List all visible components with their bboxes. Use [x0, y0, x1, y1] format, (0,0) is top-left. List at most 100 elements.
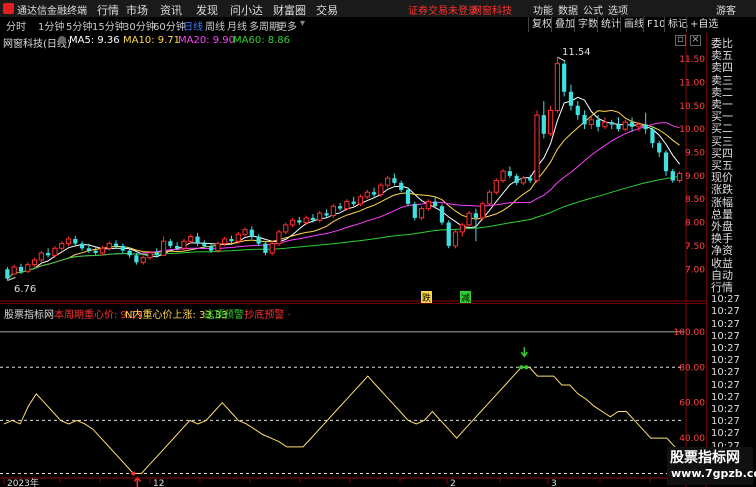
- app-logo-icon: [3, 3, 14, 14]
- period-timeshare[interactable]: 分时: [6, 18, 26, 33]
- candle-body: [99, 247, 106, 254]
- main-ytick-label: 7.50: [685, 242, 705, 252]
- period-15min[interactable]: 15分钟: [92, 18, 125, 33]
- expand-icon[interactable]: ▫: [675, 35, 686, 46]
- candle-body: [113, 243, 119, 246]
- candle-body: [609, 122, 614, 125]
- candle-body: [256, 236, 261, 244]
- side-panel-item: 10:27: [711, 330, 740, 342]
- top-signal-dot: [519, 365, 524, 370]
- close-icon[interactable]: ×: [690, 35, 701, 46]
- candle-body: [602, 121, 608, 128]
- watermark-title: 股票指标网: [670, 450, 740, 466]
- candle-body: [351, 201, 356, 204]
- side-panel-item: 买三: [711, 134, 733, 148]
- xaxis-label: 12: [153, 479, 164, 487]
- candle-body: [378, 184, 384, 196]
- main-ytick-label: 9.50: [685, 148, 705, 158]
- login-warning[interactable]: 证券交易未登录: [408, 2, 478, 17]
- menu-market[interactable]: 市场: [126, 2, 148, 18]
- candle-body: [392, 178, 397, 183]
- candle-body: [371, 192, 377, 195]
- high-price-label: 11.54: [562, 47, 591, 58]
- candle-body: [547, 109, 554, 135]
- candle-body: [235, 233, 241, 242]
- period-more[interactable]: 更多: [277, 18, 297, 33]
- candle-body: [507, 171, 512, 176]
- candle-body: [473, 213, 479, 218]
- period-1min[interactable]: 1分钟: [38, 18, 64, 33]
- period-weekly[interactable]: 周线: [205, 18, 225, 33]
- side-panel-item: 10:27: [711, 416, 740, 428]
- period-monthly[interactable]: 月线: [227, 18, 247, 33]
- period-60min[interactable]: 60分钟: [153, 18, 186, 33]
- candle-body: [636, 123, 642, 128]
- side-panel-item: 卖四: [711, 61, 733, 75]
- side-panel-item: 10:27: [711, 391, 740, 403]
- candle-body: [670, 171, 675, 181]
- side-panel-item: 总量: [711, 207, 733, 221]
- sub-ytick-label: 40.00: [679, 434, 705, 444]
- settings-dot-icon[interactable]: [58, 36, 66, 44]
- period-30min[interactable]: 30分钟: [123, 18, 156, 33]
- menu-news[interactable]: 资讯: [160, 2, 182, 18]
- candle-body: [425, 201, 431, 210]
- menu-discover[interactable]: 发现: [196, 2, 218, 18]
- main-ytick-label: 8.50: [685, 195, 705, 205]
- candle-body: [493, 180, 499, 193]
- side-panel-item: 10:27: [711, 379, 740, 391]
- side-panel-item: 委比: [711, 37, 733, 50]
- candle-body: [650, 129, 655, 144]
- period-daily[interactable]: 日线: [183, 18, 203, 33]
- xaxis-label: 2: [450, 479, 456, 487]
- candle-body: [52, 247, 58, 256]
- side-panel-item: 10:27: [711, 306, 740, 318]
- candle-body: [643, 124, 648, 130]
- candle-body: [677, 173, 683, 182]
- candle-body: [106, 243, 112, 249]
- candle-body: [562, 63, 567, 92]
- period-5min[interactable]: 5分钟: [66, 18, 92, 33]
- main-ytick-label: 9.00: [685, 172, 705, 182]
- candle-body: [120, 245, 125, 251]
- candle-body: [147, 252, 153, 259]
- candle-body: [25, 264, 31, 273]
- guest-user[interactable]: 游客: [716, 2, 736, 17]
- candle-body: [418, 208, 425, 219]
- candle-body: [324, 213, 329, 216]
- candle-body: [338, 206, 343, 209]
- candle-body: [433, 201, 438, 207]
- candle-body: [528, 178, 533, 181]
- menu-wealth[interactable]: 财富圈: [273, 2, 306, 18]
- main-ytick-label: 11.00: [679, 78, 705, 88]
- ma5-label: MA5: 9.36: [69, 35, 120, 46]
- candle-body: [195, 236, 200, 244]
- xaxis-label: 3: [551, 479, 557, 487]
- stock-tag: 网窗科技: [472, 6, 512, 17]
- menu-quotes[interactable]: 行情: [97, 2, 119, 18]
- menu-data[interactable]: 数据: [558, 2, 578, 17]
- candle-body: [575, 105, 580, 116]
- menu-wenxiaoda[interactable]: 问小达: [230, 2, 263, 18]
- sub-indicator-name[interactable]: 股票指标网: [4, 306, 54, 321]
- side-panel-item: 买四: [711, 146, 733, 160]
- period-multi[interactable]: 多周期: [249, 18, 279, 33]
- side-panel-item: 10:27: [711, 404, 740, 415]
- candle-body: [168, 241, 173, 246]
- btn-add-watchlist[interactable]: +自选: [686, 17, 721, 32]
- candle-body: [289, 219, 296, 226]
- menu-function[interactable]: 功能: [533, 2, 553, 17]
- menu-formula[interactable]: 公式: [583, 2, 603, 17]
- candle-body: [446, 222, 451, 246]
- title-bar: 通达信金融终端 行情 市场 资讯 发现 问小达 财富圈 交易 证券交易未登录 网…: [0, 0, 756, 18]
- candle-body: [554, 63, 560, 111]
- chevron-down-icon[interactable]: ▾: [300, 18, 305, 29]
- kline-chart[interactable]: 7.00 7.50 8.00 8.50 9.00 9.50 10.00 10.50 11.00 1…: [0, 33, 706, 487]
- main-ytick-label: 10.00: [679, 125, 705, 135]
- candle-body: [514, 175, 519, 183]
- menu-trade[interactable]: 交易: [316, 2, 338, 18]
- candle-body: [229, 238, 234, 242]
- menu-options[interactable]: 选项: [608, 2, 628, 17]
- side-panel-item: 收益: [711, 256, 733, 270]
- sub-ytick-label: 60.00: [679, 399, 705, 409]
